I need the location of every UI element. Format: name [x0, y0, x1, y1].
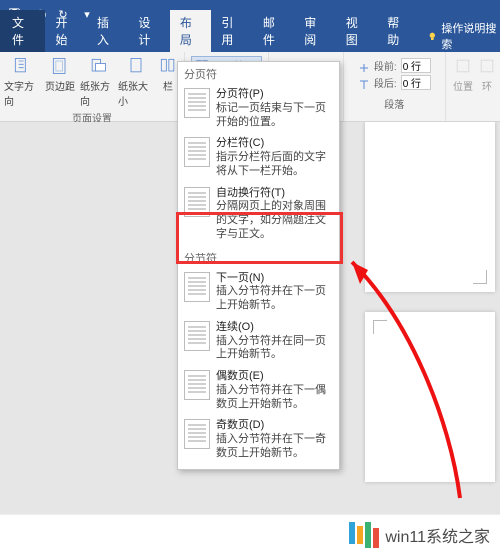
dd-section-section-breaks: 分节符	[178, 246, 339, 268]
tab-home[interactable]: 开始	[45, 10, 86, 52]
tab-view[interactable]: 视图	[336, 10, 377, 52]
page-2[interactable]	[365, 312, 495, 482]
tell-me-search[interactable]: 操作说明搜索	[427, 20, 500, 52]
text-direction-button[interactable]: 文字方向	[4, 54, 40, 108]
tell-me-label: 操作说明搜索	[441, 20, 500, 52]
bulb-icon	[427, 30, 438, 42]
page-break-icon	[184, 88, 210, 118]
dd-item-text-wrap-break[interactable]: 自动换行符(T)分隔网页上的对象周围的文字，如分隔题注文字与正文。	[178, 183, 339, 246]
dd-item-next-page[interactable]: 下一页(N)插入分节符并在下一页上开始新节。	[178, 268, 339, 317]
tab-layout[interactable]: 布局	[170, 10, 211, 52]
dd-item-page-break[interactable]: 分页符(P)标记一页结束与下一页开始的位置。	[178, 84, 339, 133]
page-1[interactable]	[365, 122, 495, 292]
page-corner-icon	[473, 270, 487, 284]
watermark-footer: win11系统之家	[0, 514, 500, 554]
continuous-icon	[184, 321, 210, 351]
after-label: 段后:	[374, 75, 397, 90]
spacing-after-icon	[358, 77, 370, 89]
before-label: 段前:	[374, 58, 397, 73]
wrap-break-icon	[184, 187, 210, 217]
tab-insert[interactable]: 插入	[87, 10, 128, 52]
breaks-dropdown: 分页符 分页符(P)标记一页结束与下一页开始的位置。 分栏符(C)指示分栏符后面…	[177, 61, 340, 470]
group-page-setup: 文字方向 页边距 纸张方向 纸张大小 栏 页面设置	[0, 52, 185, 121]
footer-text: win11系统之家	[385, 523, 490, 547]
odd-page-icon	[184, 419, 210, 449]
dd-section-page-breaks: 分页符	[178, 62, 339, 84]
even-page-icon	[184, 370, 210, 400]
dd-item-continuous[interactable]: 连续(O)插入分节符并在同一页上开始新节。	[178, 317, 339, 366]
tab-review[interactable]: 审阅	[294, 10, 335, 52]
tab-mailings[interactable]: 邮件	[253, 10, 294, 52]
spacing-after-input[interactable]	[401, 75, 431, 90]
tab-file[interactable]: 文件	[0, 10, 45, 52]
tab-design[interactable]: 设计	[128, 10, 169, 52]
dd-item-odd-page[interactable]: 奇数页(D)插入分节符并在下一奇数页上开始新节。	[178, 415, 339, 464]
paragraph-label: 段落	[384, 94, 404, 113]
group-spacing: 段前: 段后: 段落	[344, 52, 446, 121]
tab-references[interactable]: 引用	[211, 10, 252, 52]
page-corner-icon	[373, 320, 387, 334]
spacing-before-input[interactable]	[401, 58, 431, 73]
dd-item-column-break[interactable]: 分栏符(C)指示分栏符后面的文字将从下一栏开始。	[178, 133, 339, 182]
next-page-icon	[184, 272, 210, 302]
margins-button[interactable]: 页边距	[42, 54, 78, 93]
tab-help[interactable]: 帮助	[377, 10, 418, 52]
orientation-button[interactable]: 纸张方向	[80, 54, 116, 108]
wrap-button[interactable]: 环	[478, 54, 496, 93]
dd-item-even-page[interactable]: 偶数页(E)插入分节符并在下一偶数页上开始新节。	[178, 366, 339, 415]
position-button[interactable]: 位置	[450, 54, 476, 93]
column-break-icon	[184, 137, 210, 167]
size-button[interactable]: 纸张大小	[118, 54, 154, 108]
footer-logo-icon	[349, 522, 379, 548]
ribbon-tabs: 文件 开始 插入 设计 布局 引用 邮件 审阅 视图 帮助 操作说明搜索	[0, 28, 500, 52]
group-arrange: 位置 环	[446, 52, 500, 121]
spacing-before-icon	[358, 60, 370, 72]
